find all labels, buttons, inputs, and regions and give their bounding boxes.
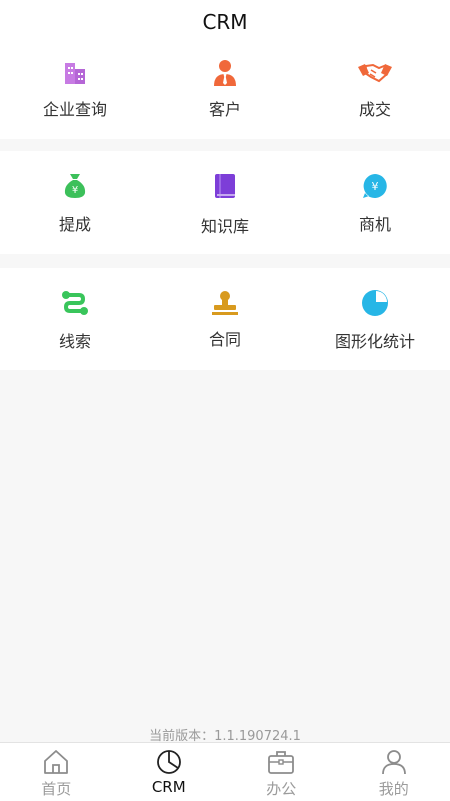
stamp-icon xyxy=(210,288,240,318)
tab-home[interactable]: 首页 xyxy=(0,743,113,801)
svg-text:¥: ¥ xyxy=(372,180,379,193)
feature-row-1: 企业查询 客户 成交 xyxy=(0,44,450,139)
grid-item-label: 知识库 xyxy=(150,213,300,237)
grid-item-deal[interactable]: 成交 xyxy=(300,44,450,139)
book-icon xyxy=(210,171,240,201)
grid-item-enterprise-query[interactable]: 企业查询 xyxy=(0,44,150,139)
feature-row-2: ¥ 提成 知识库 ¥ 商机 xyxy=(0,151,450,254)
grid-item-charts[interactable]: 图形化统计 xyxy=(300,268,450,370)
tab-label: CRM xyxy=(113,778,226,796)
tab-me[interactable]: 我的 xyxy=(338,743,450,801)
grid-item-knowledge-base[interactable]: 知识库 xyxy=(150,151,300,254)
home-icon xyxy=(42,749,70,775)
svg-text:¥: ¥ xyxy=(72,185,78,196)
grid-item-contract[interactable]: 合同 xyxy=(150,268,300,370)
grid-item-customer[interactable]: 客户 xyxy=(150,44,300,139)
briefcase-icon xyxy=(267,749,295,775)
user-icon xyxy=(380,749,408,775)
tab-crm[interactable]: CRM xyxy=(113,743,226,801)
yen-bubble-icon: ¥ xyxy=(360,171,390,201)
grid-item-label: 图形化统计 xyxy=(300,328,450,352)
tab-label: 办公 xyxy=(225,778,338,799)
grid-item-opportunity[interactable]: ¥ 商机 xyxy=(300,151,450,254)
grid-item-label: 企业查询 xyxy=(0,96,150,120)
customer-icon xyxy=(210,58,240,88)
grid-item-label: 线索 xyxy=(0,328,150,352)
tab-office[interactable]: 办公 xyxy=(225,743,338,801)
path-icon xyxy=(60,288,90,318)
money-bag-icon: ¥ xyxy=(60,171,90,201)
pie-outline-icon xyxy=(155,749,183,775)
grid-item-label: 合同 xyxy=(150,326,300,350)
pie-chart-icon xyxy=(360,288,390,318)
grid-item-label: 客户 xyxy=(150,96,300,120)
grid-item-commission[interactable]: ¥ 提成 xyxy=(0,151,150,254)
handshake-icon xyxy=(357,58,393,88)
tab-label: 我的 xyxy=(338,778,450,799)
grid-item-label: 商机 xyxy=(300,211,450,235)
grid-item-label: 提成 xyxy=(0,211,150,235)
grid-item-leads[interactable]: 线索 xyxy=(0,268,150,370)
building-icon xyxy=(60,58,90,88)
page-title: CRM xyxy=(0,0,450,44)
feature-row-3: 线索 合同 图形化统计 xyxy=(0,268,450,370)
grid-item-label: 成交 xyxy=(300,96,450,120)
tab-label: 首页 xyxy=(0,778,113,799)
bottom-tab-bar: 首页 CRM 办公 我的 xyxy=(0,742,450,801)
